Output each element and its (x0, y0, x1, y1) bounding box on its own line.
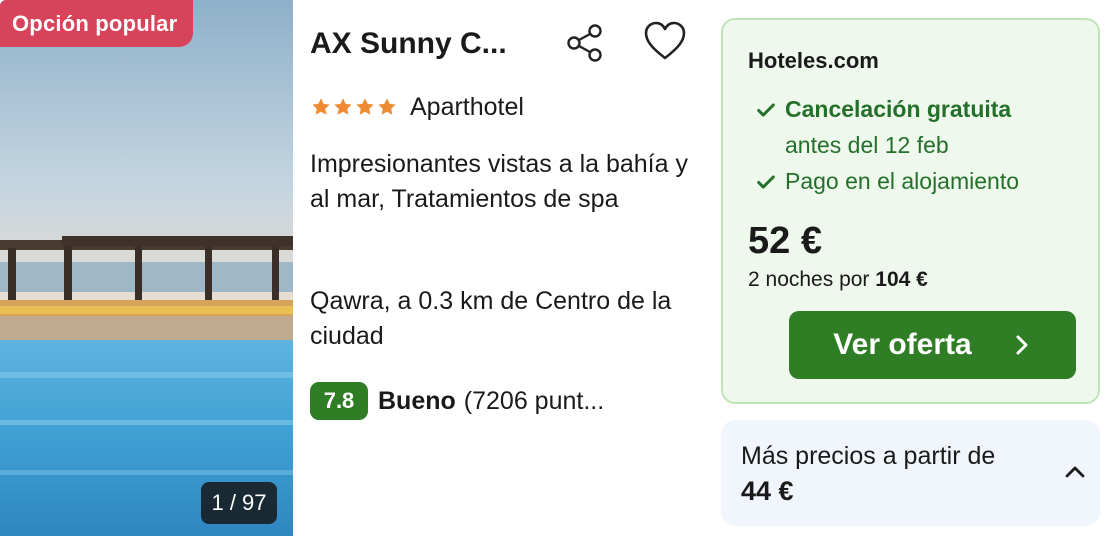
offer-provider: Hoteles.com (748, 48, 879, 73)
chevron-up-icon (1065, 466, 1085, 478)
heart-icon (644, 21, 686, 60)
total-price-amount: 104 € (875, 268, 928, 291)
view-offer-button[interactable]: Ver oferta (789, 311, 1076, 379)
star-rating (310, 92, 398, 122)
total-price: 2 noches por 104 € (748, 268, 928, 292)
share-button[interactable] (565, 22, 605, 64)
more-prices-amount: 44 € (741, 476, 794, 506)
pay-at-property-label: Pago en el alojamiento (785, 168, 1019, 194)
nightly-price: 52 € (748, 220, 822, 262)
star-icon (378, 98, 396, 115)
rating-count: (7206 punt... (463, 386, 605, 415)
hotel-details: AX Sunny C... Aparthotel Impresionantes … (310, 0, 705, 536)
check-icon (757, 174, 775, 189)
popular-badge: Opción popular (0, 0, 194, 47)
hotel-description: Impresionantes vistas a la bahía y al ma… (310, 150, 688, 213)
check-icon (757, 102, 775, 117)
photo-counter: 1 / 97 (201, 482, 277, 524)
view-offer-label: Ver oferta (833, 328, 972, 361)
favorite-button[interactable] (642, 20, 688, 64)
guest-rating[interactable]: 7.8 Bueno (7206 punt... (310, 382, 604, 420)
share-icon (567, 24, 602, 62)
star-icon (356, 98, 374, 115)
hotel-name[interactable]: AX Sunny C... (310, 24, 507, 64)
hotel-photo-image (0, 0, 293, 536)
more-prices-label: Más precios a partir de (741, 442, 996, 470)
free-cancellation: Cancelación gratuita (755, 96, 1011, 123)
hotel-type: Aparthotel (410, 93, 524, 121)
more-prices-toggle[interactable]: Más precios a partir de 44 € (721, 420, 1100, 526)
rating-score-badge: 7.8 (310, 382, 368, 420)
star-icon (312, 98, 330, 115)
hotel-location: Qawra, a 0.3 km de Centro de la ciudad (310, 287, 672, 350)
total-price-prefix: 2 noches por (748, 268, 870, 291)
pay-at-property: Pago en el alojamiento (755, 168, 1019, 195)
free-cancellation-deadline: antes del 12 feb (785, 132, 949, 158)
rating-label: Bueno (378, 386, 456, 415)
free-cancellation-label: Cancelación gratuita (785, 96, 1012, 122)
star-icon (334, 98, 352, 115)
hotel-photo[interactable]: Opción popular 1 / 97 (0, 0, 293, 536)
chevron-right-icon (1016, 335, 1028, 355)
offer-card: Hoteles.com Cancelación gratuita antes d… (721, 18, 1100, 404)
